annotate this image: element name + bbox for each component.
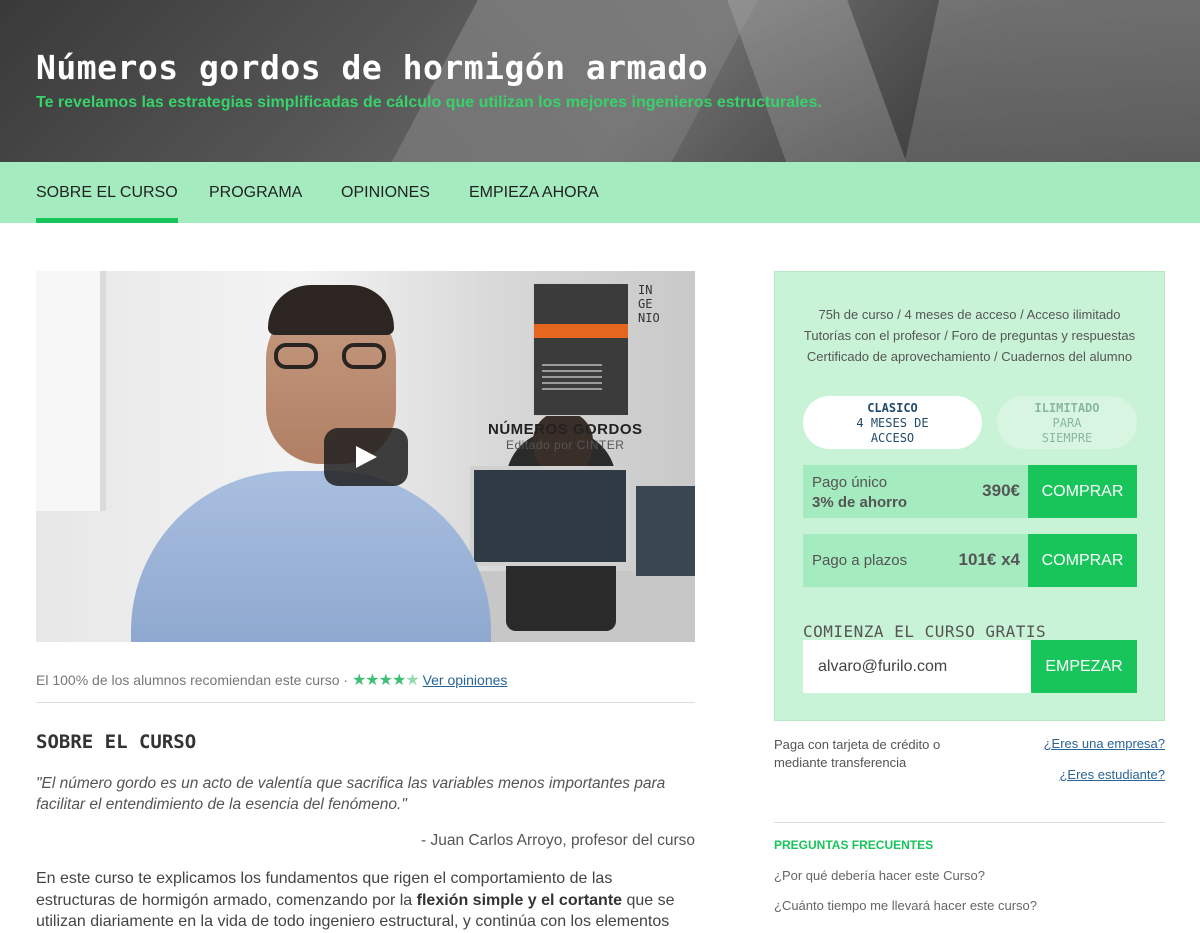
faq-title: PREGUNTAS FRECUENTES: [774, 838, 934, 852]
price-option-installments: Pago a plazos 101€ x4 COMPRAR: [803, 534, 1137, 587]
payment-note: Paga con tarjeta de crédito o mediante t…: [774, 737, 941, 770]
play-icon: [356, 446, 377, 468]
price-label: Pago a plazos: [812, 552, 908, 569]
plan-ilimitado-toggle[interactable]: ILIMITADO PARA SIEMPRE: [997, 396, 1137, 449]
plan-name: ILIMITADO: [1034, 401, 1100, 415]
tab-opiniones[interactable]: OPINIONES: [341, 162, 430, 223]
email-field[interactable]: [803, 640, 1031, 693]
course-quote: "El número gordo es un acto de valentía …: [36, 775, 666, 813]
tab-programa[interactable]: PROGRAMA: [209, 162, 302, 223]
buy-installments-button[interactable]: COMPRAR: [1028, 534, 1137, 587]
course-features: 75h de curso / 4 meses de acceso / Acces…: [775, 304, 1164, 367]
ingenio-logo: IN GE NIO: [638, 283, 660, 325]
faq-item[interactable]: ¿Cuánto tiempo me llevará hacer este cur…: [774, 898, 1037, 913]
divider: [36, 702, 695, 703]
video-book-title: NÚMEROS GORDOS: [488, 421, 643, 438]
page-title: Números gordos de hormigón armado: [36, 48, 709, 87]
book-cover-image: [533, 283, 629, 416]
video-book-subtitle: Editado por CINTER: [506, 438, 625, 452]
course-description: En este curso te explicamos los fundamen…: [36, 870, 675, 930]
course-nav: SOBRE EL CURSO PROGRAMA OPINIONES EMPIEZ…: [0, 162, 1200, 223]
see-reviews-link[interactable]: Ver opiniones: [423, 672, 508, 688]
hero-banner: Números gordos de hormigón armado Te rev…: [0, 0, 1200, 162]
buy-single-button[interactable]: COMPRAR: [1028, 465, 1137, 518]
quote-author: - Juan Carlos Arroyo, profesor del curso: [421, 832, 695, 849]
free-start-title: COMIENZA EL CURSO GRATIS: [803, 622, 1047, 641]
price-label: Pago único: [812, 474, 888, 491]
savings-label: 3% de ahorro: [812, 494, 908, 511]
price-option-single: Pago único 3% de ahorro 390€ COMPRAR: [803, 465, 1137, 518]
divider: [774, 822, 1165, 823]
recommendation-text: El 100% de los alumnos recomiendan este …: [36, 672, 349, 688]
video-presenter-body: [131, 471, 491, 642]
video-presenter-glasses: [274, 343, 392, 369]
pricing-card: 75h de curso / 4 meses de acceso / Acces…: [774, 271, 1165, 721]
tab-sobre-el-curso[interactable]: SOBRE EL CURSO: [36, 162, 178, 223]
video-scene-window: [36, 271, 106, 511]
plan-description: 4 MESES DE: [856, 416, 929, 430]
plan-description: ACCESO: [870, 431, 915, 445]
video-scene-monitor: [636, 486, 695, 576]
enterprise-link[interactable]: ¿Eres una empresa?: [1044, 736, 1165, 751]
price-amount: 101€ x4: [958, 550, 1020, 569]
feature-line: 75h de curso / 4 meses de acceso / Acces…: [818, 307, 1121, 322]
plan-name: CLASICO: [867, 401, 918, 415]
rating-stars-icon: ★★★★: [351, 672, 406, 689]
price-amount: 390€: [982, 481, 1020, 500]
faq-item[interactable]: ¿Por qué debería hacer este Curso?: [774, 868, 985, 883]
video-scene-monitor: [470, 466, 630, 566]
student-link[interactable]: ¿Eres estudiante?: [1059, 767, 1165, 782]
recommendation-row: El 100% de los alumnos recomiendan este …: [36, 670, 507, 690]
start-free-button[interactable]: EMPEZAR: [1031, 640, 1137, 693]
play-button[interactable]: [324, 428, 408, 486]
plan-description: PARA: [1052, 416, 1082, 430]
feature-line: Certificado de aprovechamiento / Cuadern…: [806, 349, 1133, 364]
half-star-icon: ★: [405, 672, 419, 689]
plan-description: SIEMPRE: [1041, 431, 1093, 445]
plan-clasico-toggle[interactable]: CLASICO 4 MESES DE ACCESO: [803, 396, 982, 449]
course-video[interactable]: IN GE NIO NÚMEROS GORDOS Editado por CIN…: [36, 271, 695, 642]
page-subtitle: Te revelamos las estrategias simplificad…: [36, 94, 822, 111]
video-presenter-hair: [268, 285, 394, 335]
section-title: SOBRE EL CURSO: [36, 731, 197, 753]
feature-line: Tutorías con el profesor / Foro de pregu…: [803, 328, 1136, 343]
tab-empieza-ahora[interactable]: EMPIEZA AHORA: [469, 162, 599, 223]
